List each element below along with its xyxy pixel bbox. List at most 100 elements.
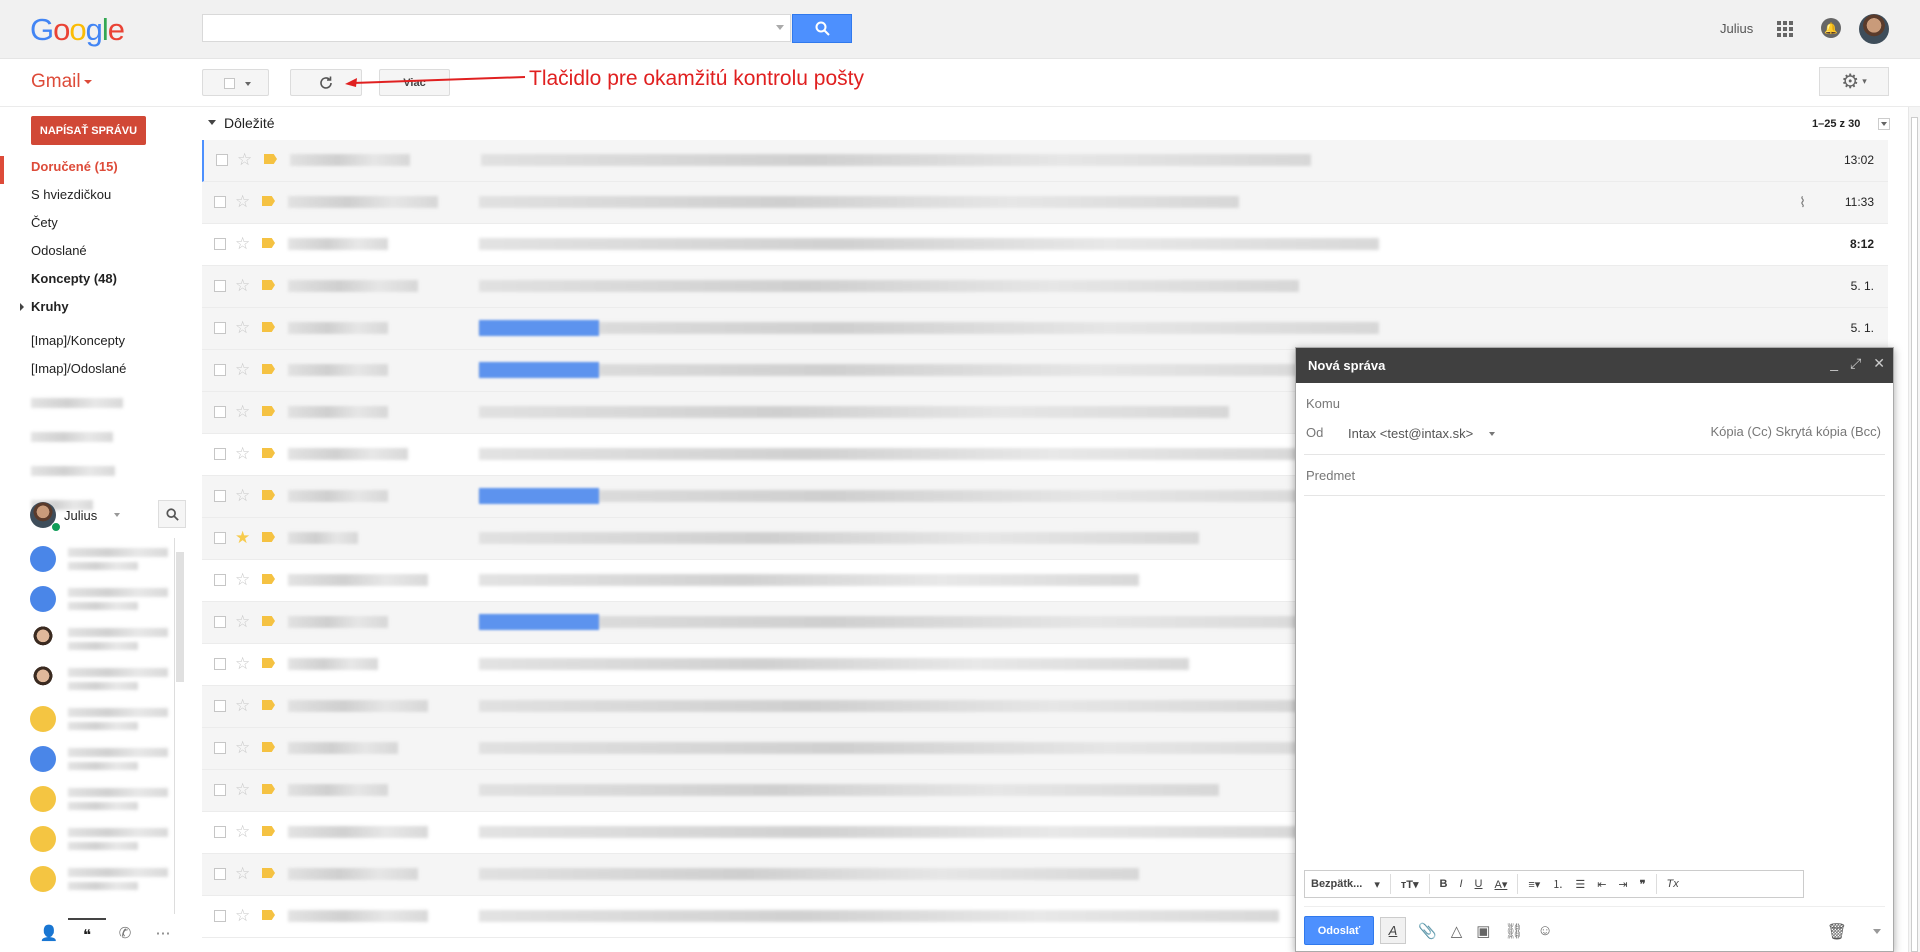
star-icon[interactable]: ☆ [235, 276, 250, 296]
star-icon[interactable]: ☆ [235, 486, 250, 506]
importance-marker-icon[interactable] [262, 448, 275, 458]
compose-button[interactable]: NAPÍSAŤ SPRÁVU [31, 116, 146, 145]
table-row[interactable]: ☆ 5. 1. [202, 266, 1888, 308]
sidebar-item-label[interactable] [0, 432, 190, 460]
sidebar-item-chats[interactable]: Čety [0, 212, 190, 240]
account-name[interactable]: Julius [1720, 21, 1753, 36]
star-icon[interactable]: ☆ [235, 570, 250, 590]
sidebar-item-circles[interactable]: Kruhy [0, 296, 190, 324]
bell-icon[interactable]: 🔔 [1821, 18, 1841, 38]
row-checkbox[interactable] [214, 700, 226, 712]
cc-bcc-links[interactable]: Kópia (Cc) Skrytá kópia (Bcc) [1711, 424, 1882, 439]
more-icon[interactable]: ⋯ [144, 918, 182, 948]
gmail-menu[interactable]: Gmail [31, 71, 92, 93]
row-checkbox[interactable] [214, 490, 226, 502]
row-checkbox[interactable] [216, 154, 228, 166]
star-icon[interactable]: ☆ [235, 192, 250, 212]
from-select[interactable]: Intax <test@intax.sk> [1348, 426, 1473, 441]
attach-file-icon[interactable]: 📎 [1418, 922, 1437, 940]
formatting-options-icon[interactable]: A [1380, 917, 1406, 944]
sidebar-item-imap-drafts[interactable]: [Imap]/Koncepty [0, 330, 190, 358]
importance-marker-icon[interactable] [262, 742, 275, 752]
importance-marker-icon[interactable] [262, 196, 275, 206]
person-icon[interactable]: 👤 [30, 918, 68, 948]
apps-grid-icon[interactable] [1777, 21, 1793, 37]
row-checkbox[interactable] [214, 742, 226, 754]
hangouts-search-button[interactable] [158, 500, 186, 528]
bulleted-list-icon[interactable]: ☰ [1575, 878, 1585, 891]
row-checkbox[interactable] [214, 574, 226, 586]
star-icon[interactable]: ☆ [235, 780, 250, 800]
contacts-scrollbar[interactable] [174, 538, 185, 914]
insert-link-icon[interactable]: ⛓ [1504, 922, 1523, 940]
star-icon[interactable]: ☆ [235, 234, 250, 254]
settings-button[interactable]: ⚙ ▾ [1819, 67, 1889, 96]
italic-icon[interactable]: I [1459, 878, 1462, 890]
contact-item[interactable] [26, 698, 176, 738]
sidebar-item-starred[interactable]: S hviezdičkou [0, 184, 190, 212]
minimize-icon[interactable]: _ [1830, 355, 1838, 372]
sidebar-item-label[interactable] [0, 398, 190, 426]
importance-marker-icon[interactable] [262, 532, 275, 542]
contact-item[interactable] [26, 738, 176, 778]
star-icon[interactable]: ☆ [237, 150, 252, 170]
star-icon[interactable]: ☆ [235, 696, 250, 716]
row-checkbox[interactable] [214, 238, 226, 250]
hangouts-icon[interactable]: ❝ [68, 918, 106, 950]
sidebar-item-sent[interactable]: Odoslané [0, 240, 190, 268]
search-button[interactable] [792, 14, 852, 43]
importance-marker-icon[interactable] [262, 322, 275, 332]
sidebar-item-imap-sent[interactable]: [Imap]/Odoslané [0, 358, 190, 386]
importance-marker-icon[interactable] [262, 658, 275, 668]
select-button[interactable] [202, 69, 269, 96]
importance-marker-icon[interactable] [262, 238, 275, 248]
font-select[interactable]: Bezpätk... [1311, 878, 1362, 890]
table-row[interactable]: ☆ 8:12 [202, 224, 1888, 266]
account-avatar[interactable] [1859, 14, 1889, 44]
importance-marker-icon[interactable] [262, 910, 275, 920]
table-row[interactable]: ☆ 5. 1. [202, 308, 1888, 350]
emoji-icon[interactable]: ☺ [1537, 922, 1552, 940]
importance-marker-icon[interactable] [262, 406, 275, 416]
compose-header[interactable]: Nová správa _ ⤢ ✕ [1296, 348, 1893, 383]
send-button[interactable]: Odoslať [1304, 916, 1374, 945]
search-input[interactable] [202, 14, 791, 42]
importance-marker-icon[interactable] [262, 490, 275, 500]
sidebar-item-label[interactable] [0, 466, 190, 494]
contact-item[interactable] [26, 658, 176, 698]
chevron-down-icon[interactable] [1489, 432, 1495, 436]
remove-formatting-icon[interactable]: Tx [1667, 878, 1679, 890]
phone-icon[interactable]: ✆ [106, 918, 144, 948]
star-icon[interactable]: ☆ [235, 738, 250, 758]
indent-less-icon[interactable]: ⇤ [1597, 878, 1606, 891]
row-checkbox[interactable] [214, 784, 226, 796]
contact-item[interactable] [26, 818, 176, 858]
importance-marker-icon[interactable] [262, 364, 275, 374]
row-checkbox[interactable] [214, 364, 226, 376]
quote-icon[interactable]: ❞ [1640, 878, 1646, 891]
search-options-icon[interactable] [776, 25, 784, 30]
sidebar-item-drafts[interactable]: Koncepty (48) [0, 268, 190, 296]
importance-marker-icon[interactable] [262, 868, 275, 878]
importance-marker-icon[interactable] [262, 280, 275, 290]
row-checkbox[interactable] [214, 322, 226, 334]
subject-field[interactable]: Predmet [1306, 468, 1355, 483]
importance-marker-icon[interactable] [262, 784, 275, 794]
align-icon[interactable]: ≡▾ [1528, 878, 1540, 891]
star-icon[interactable]: ☆ [235, 612, 250, 632]
contact-item[interactable] [26, 538, 176, 578]
row-checkbox[interactable] [214, 448, 226, 460]
importance-marker-icon[interactable] [262, 574, 275, 584]
star-icon[interactable]: ★ [235, 528, 250, 548]
sidebar-item-inbox[interactable]: Doručené (15) [0, 156, 190, 184]
pager-dropdown[interactable] [1878, 118, 1890, 130]
trash-icon[interactable]: 🗑 [1827, 922, 1847, 942]
bold-icon[interactable]: B [1440, 878, 1448, 890]
contact-item[interactable] [26, 858, 176, 898]
contact-item[interactable] [26, 578, 176, 618]
star-icon[interactable]: ☆ [235, 654, 250, 674]
contact-item[interactable] [26, 778, 176, 818]
importance-marker-icon[interactable] [262, 616, 275, 626]
table-row[interactable]: ☆ ⌇ 11:33 [202, 182, 1888, 224]
row-checkbox[interactable] [214, 406, 226, 418]
